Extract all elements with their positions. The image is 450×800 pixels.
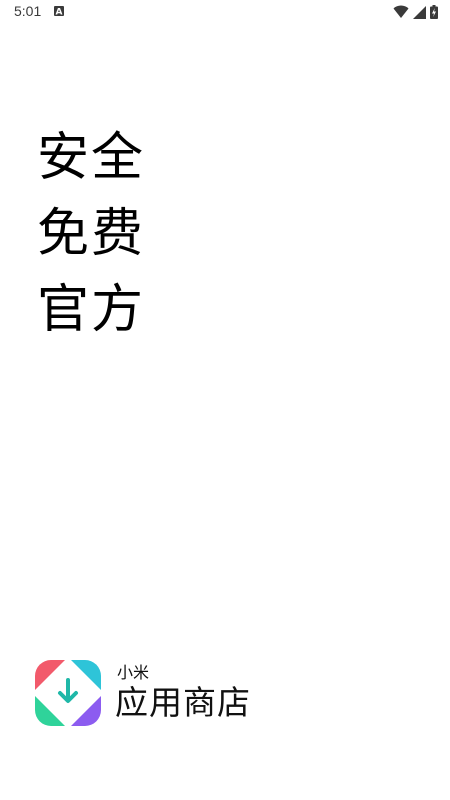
slogan-line-free: 免费: [37, 204, 146, 264]
brand-text: 小米 应用商店: [115, 663, 251, 723]
cell-signal-icon: [413, 5, 426, 19]
brand-footer: 小米 应用商店: [35, 660, 251, 726]
brand-subtitle: 小米: [117, 663, 150, 682]
status-time: 5:01: [14, 3, 42, 19]
slogan-line-official: 官方: [37, 280, 146, 340]
wifi-icon: [393, 5, 409, 18]
status-icons: [393, 5, 438, 19]
status-bar: 5:01 A: [0, 0, 450, 24]
brand-name: 应用商店: [115, 683, 251, 722]
slogan: 安全 免费 官方: [37, 120, 145, 348]
battery-charging-icon: [430, 5, 438, 19]
svg-text:A: A: [56, 8, 63, 17]
slogan-line-safe: 安全: [37, 128, 146, 188]
app-store-logo-icon: [35, 660, 101, 726]
a-square-icon: A: [54, 6, 64, 16]
